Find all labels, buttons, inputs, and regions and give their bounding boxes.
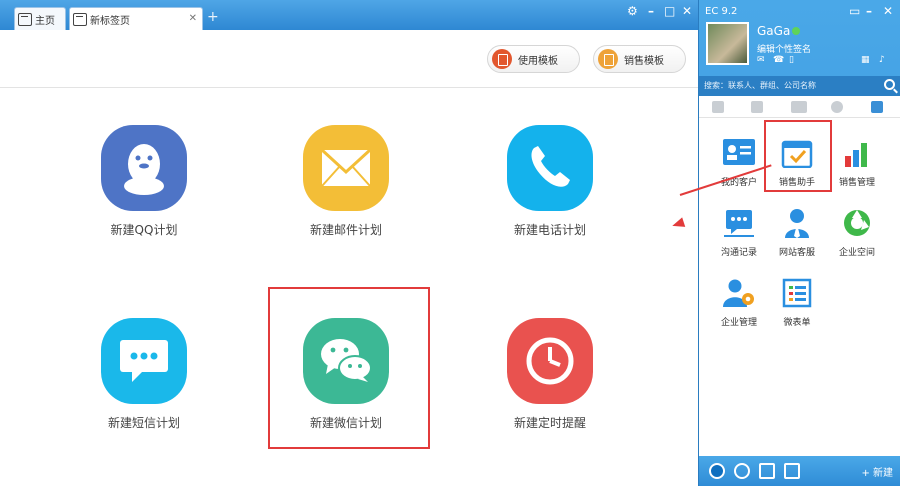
calendar-icon[interactable] [784, 463, 800, 479]
search-placeholder: 搜索：联系人、群组、公司名称 [704, 81, 816, 90]
highlight-box-sales-assistant [764, 120, 832, 192]
space-icon[interactable] [734, 463, 750, 479]
clock-icon [507, 318, 593, 404]
close-tab-icon[interactable]: ✕ [189, 13, 197, 24]
use-template-label: 使用模板 [518, 55, 558, 67]
ec-tab-profile[interactable] [831, 101, 843, 113]
ec-tab-contacts[interactable] [712, 101, 724, 113]
app-label: 微表单 [783, 318, 811, 328]
form-icon [780, 278, 814, 310]
phone-icon[interactable]: ☎ [773, 55, 784, 65]
use-template-button[interactable]: 使用模板 [487, 45, 580, 73]
gear-icon[interactable]: ⚙ [627, 4, 638, 18]
new-sms-plan[interactable]: 新建短信计划 [64, 318, 224, 431]
new-qq-plan[interactable]: 新建QQ计划 [64, 125, 224, 238]
tab-home-label: 主页 [35, 15, 55, 27]
tab-bar: 主页 新标签页 ✕ + ⚙ – □ ✕ [0, 0, 698, 30]
app-sales-management[interactable]: 销售管理 [827, 138, 887, 188]
highlight-box [268, 287, 430, 449]
app-label: 企业管理 [720, 318, 757, 328]
plan-label: 新建定时提醒 [513, 416, 586, 430]
home-tab-icon [18, 12, 32, 26]
sms-bubble-icon [101, 318, 187, 404]
aperture-icon [840, 208, 874, 240]
tab-home[interactable]: 主页 [14, 7, 66, 30]
envelope-icon [303, 125, 389, 211]
sound-icon[interactable]: ♪ [879, 55, 885, 65]
app-communication-log[interactable]: 沟通记录 [709, 208, 769, 258]
username: GaGa [757, 24, 791, 38]
ec-panel: EC 9.2 ▭ – ✕ GaGa 编辑个性签名 ✉ ☎ ▯ ▦ ♪ 搜索：联系… [698, 0, 900, 486]
card-icon[interactable] [759, 463, 775, 479]
plan-label: 新建QQ计划 [110, 223, 178, 237]
add-tab-icon[interactable]: + [207, 10, 219, 24]
toolbar: 使用模板 销售模板 [0, 30, 698, 88]
minimize-icon[interactable]: – [866, 4, 872, 18]
chat-log-icon [722, 208, 756, 240]
signature[interactable]: 编辑个性签名 [757, 42, 811, 55]
new-timed-reminder[interactable]: 新建定时提醒 [470, 318, 630, 431]
new-phone-plan[interactable]: 新建电话计划 [470, 125, 630, 238]
user-gear-icon [722, 278, 756, 310]
customer-service-icon [780, 208, 814, 240]
app-enterprise-management[interactable]: 企业管理 [709, 278, 769, 328]
plan-label: 新建邮件计划 [309, 223, 382, 237]
app-enterprise-space[interactable]: 企业空间 [827, 208, 887, 258]
ec-tab-bar [699, 96, 900, 118]
search-icon[interactable] [884, 79, 895, 90]
bar-chart-icon [840, 138, 874, 170]
tab-new[interactable]: 新标签页 ✕ [69, 7, 203, 30]
template-icon [492, 49, 512, 69]
ec-tab-messages[interactable] [751, 101, 763, 113]
qq-penguin-icon [101, 125, 187, 211]
online-status-icon[interactable] [792, 27, 800, 35]
sales-template-icon [598, 49, 618, 69]
message-icon[interactable]: ▭ [849, 4, 860, 18]
avatar[interactable] [706, 22, 749, 65]
tab-new-label: 新标签页 [90, 15, 130, 27]
app-label: 网站客服 [778, 248, 815, 258]
ec-footer: + 新建 [699, 456, 900, 486]
mobile-icon[interactable]: ▯ [789, 55, 794, 65]
app-label: 销售管理 [838, 178, 875, 188]
plan-label: 新建短信计划 [107, 416, 180, 430]
sales-template-button[interactable]: 销售模板 [593, 45, 686, 73]
close-icon[interactable]: ✕ [682, 4, 692, 18]
close-icon[interactable]: ✕ [883, 4, 893, 18]
contact-card-icon [722, 138, 756, 170]
app-micro-form[interactable]: 微表单 [767, 278, 827, 328]
sales-template-label: 销售模板 [624, 55, 664, 67]
app-label: 企业空间 [838, 248, 875, 258]
new-mail-plan[interactable]: 新建邮件计划 [266, 125, 426, 238]
maximize-icon[interactable]: □ [664, 4, 675, 18]
new-button[interactable]: + 新建 [861, 464, 893, 479]
phone-icon [507, 125, 593, 211]
app-label: 沟通记录 [720, 248, 757, 258]
ec-tab-cards[interactable] [791, 101, 807, 113]
plan-label: 新建电话计划 [513, 223, 586, 237]
ec-title: EC 9.2 [705, 6, 738, 17]
minimize-icon[interactable]: – [648, 4, 654, 18]
search-input[interactable]: 搜索：联系人、群组、公司名称 [699, 76, 900, 96]
mail-icon[interactable]: ✉ [757, 55, 765, 65]
ec-tab-apps[interactable] [871, 101, 883, 113]
calendar-tab-icon [73, 12, 87, 26]
grid-icon[interactable]: ▦ [861, 55, 870, 65]
app-website-service[interactable]: 网站客服 [767, 208, 827, 258]
qq-icon[interactable] [709, 463, 725, 479]
